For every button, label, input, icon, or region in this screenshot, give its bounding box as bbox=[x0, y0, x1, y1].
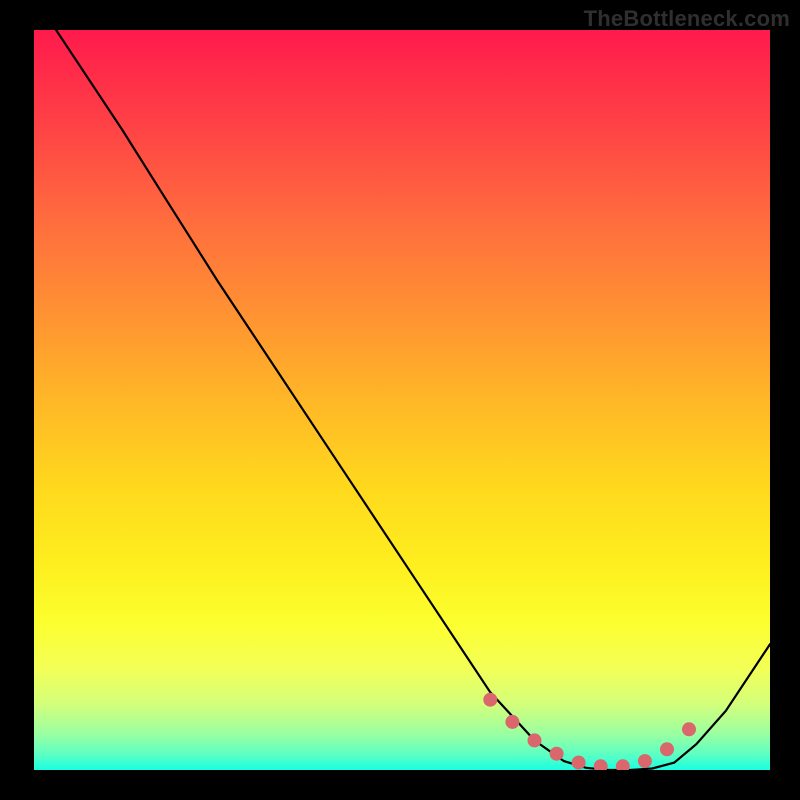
highlight-dot bbox=[660, 742, 674, 756]
highlight-dot bbox=[550, 747, 564, 761]
highlight-dot bbox=[616, 759, 630, 770]
plot-area bbox=[34, 30, 770, 770]
highlight-dot bbox=[483, 693, 497, 707]
bottleneck-curve bbox=[56, 30, 770, 770]
watermark-text: TheBottleneck.com bbox=[584, 6, 790, 32]
chart-svg bbox=[34, 30, 770, 770]
highlight-dot bbox=[594, 759, 608, 770]
highlight-dot bbox=[505, 715, 519, 729]
highlight-dots bbox=[483, 693, 696, 770]
highlight-dot bbox=[682, 722, 696, 736]
highlight-dot bbox=[638, 754, 652, 768]
highlight-dot bbox=[572, 756, 586, 770]
highlight-dot bbox=[528, 733, 542, 747]
